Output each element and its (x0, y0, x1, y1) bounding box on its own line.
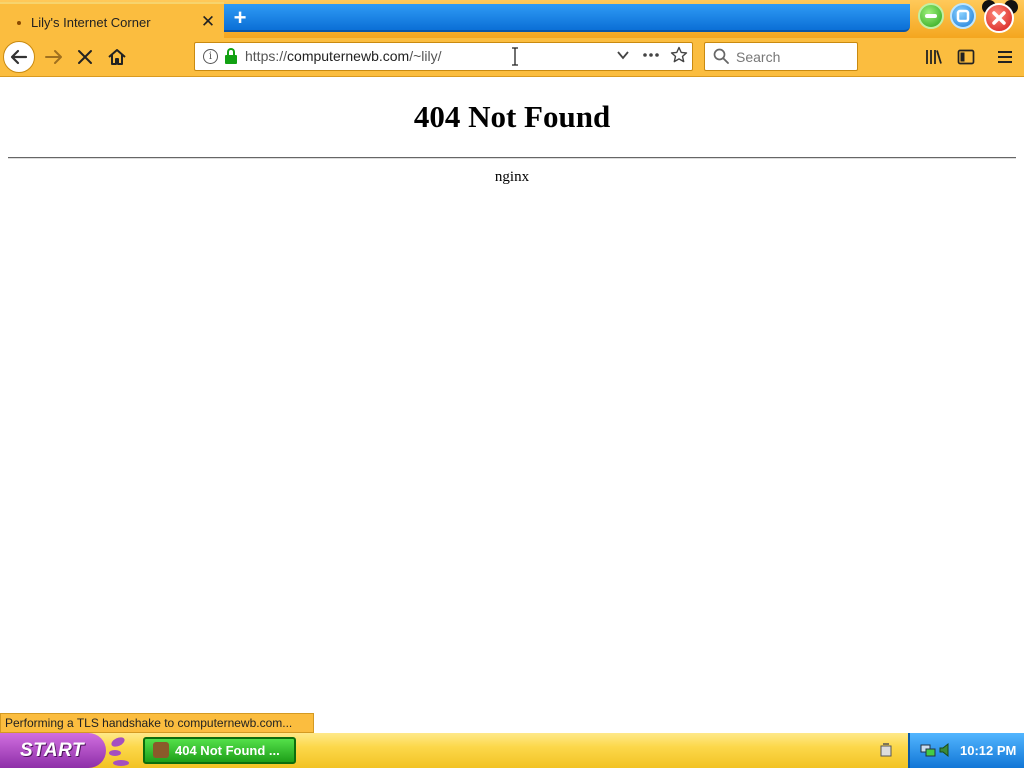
url-dropdown-button[interactable] (615, 48, 631, 66)
search-icon (713, 48, 729, 64)
taskbar-window-button[interactable]: 404 Not Found ... (143, 737, 296, 764)
back-arrow-icon (10, 49, 28, 65)
taskbar: START 404 Not Found ... 10:12 PM (0, 733, 1024, 768)
taskbar-window-label: 404 Not Found ... (175, 743, 280, 758)
info-icon[interactable]: i (203, 49, 218, 64)
browser-app-icon (153, 742, 169, 758)
paint-splash-decoration-icon (109, 737, 129, 766)
clock[interactable]: 10:12 PM (960, 733, 1016, 768)
library-icon (926, 50, 942, 64)
chevron-down-icon (617, 51, 629, 60)
volume-icon[interactable] (938, 742, 952, 758)
sidebar-icon (957, 49, 975, 65)
safely-remove-hardware-icon[interactable] (880, 743, 892, 757)
close-icon (992, 11, 1006, 25)
tab-close-button[interactable]: ✕ (199, 12, 217, 32)
minimize-button[interactable] (918, 3, 944, 29)
more-icon (643, 53, 659, 57)
page-content: 404 Not Found nginx (0, 77, 1024, 713)
stop-button[interactable] (74, 46, 96, 68)
library-button[interactable] (924, 47, 944, 67)
status-bar: Performing a TLS handshake to computerne… (0, 713, 314, 733)
stop-icon (78, 50, 92, 64)
home-icon (108, 49, 126, 65)
network-icon[interactable] (920, 742, 936, 758)
url-domain: computernewb.com (287, 48, 410, 64)
start-button[interactable]: START (0, 733, 106, 768)
search-placeholder: Search (736, 49, 781, 65)
back-button[interactable] (3, 41, 35, 73)
forward-arrow-icon (45, 50, 62, 64)
page-heading: 404 Not Found (413, 99, 611, 134)
minimize-icon (925, 14, 937, 18)
star-icon (670, 46, 688, 63)
bookmark-button[interactable] (669, 46, 689, 66)
lock-icon[interactable] (225, 48, 237, 64)
address-bar[interactable]: i https://computernewb.com/~lily/ (194, 42, 693, 71)
url-text[interactable]: https://computernewb.com/~lily/ (245, 48, 442, 64)
hamburger-menu-icon (998, 51, 1012, 63)
text-cursor-icon (512, 47, 518, 66)
title-bar: Lily's Internet Corner ✕ + (0, 0, 1024, 38)
loading-dot-icon (17, 21, 21, 25)
maximize-button[interactable] (950, 3, 976, 29)
search-box[interactable]: Search (704, 42, 858, 71)
system-tray: 10:12 PM (908, 733, 1024, 768)
tab-strip[interactable] (224, 4, 910, 32)
close-window-button[interactable] (984, 3, 1014, 33)
navigation-toolbar: i https://computernewb.com/~lily/ Search (0, 38, 1024, 77)
page-actions-button[interactable] (641, 46, 661, 66)
url-scheme: https:// (245, 48, 288, 64)
horizontal-rule (8, 157, 1016, 159)
home-button[interactable] (106, 46, 128, 68)
forward-button[interactable] (43, 46, 65, 68)
tab-title: Lily's Internet Corner (31, 15, 151, 30)
maximize-icon (956, 9, 970, 23)
server-name: nginx (494, 169, 530, 185)
url-path: /~lily/ (409, 48, 442, 64)
tab-lilys-internet-corner[interactable]: Lily's Internet Corner ✕ (0, 2, 224, 38)
sidebar-button[interactable] (956, 47, 976, 67)
new-tab-button[interactable]: + (229, 7, 251, 29)
menu-button[interactable] (995, 47, 1015, 67)
